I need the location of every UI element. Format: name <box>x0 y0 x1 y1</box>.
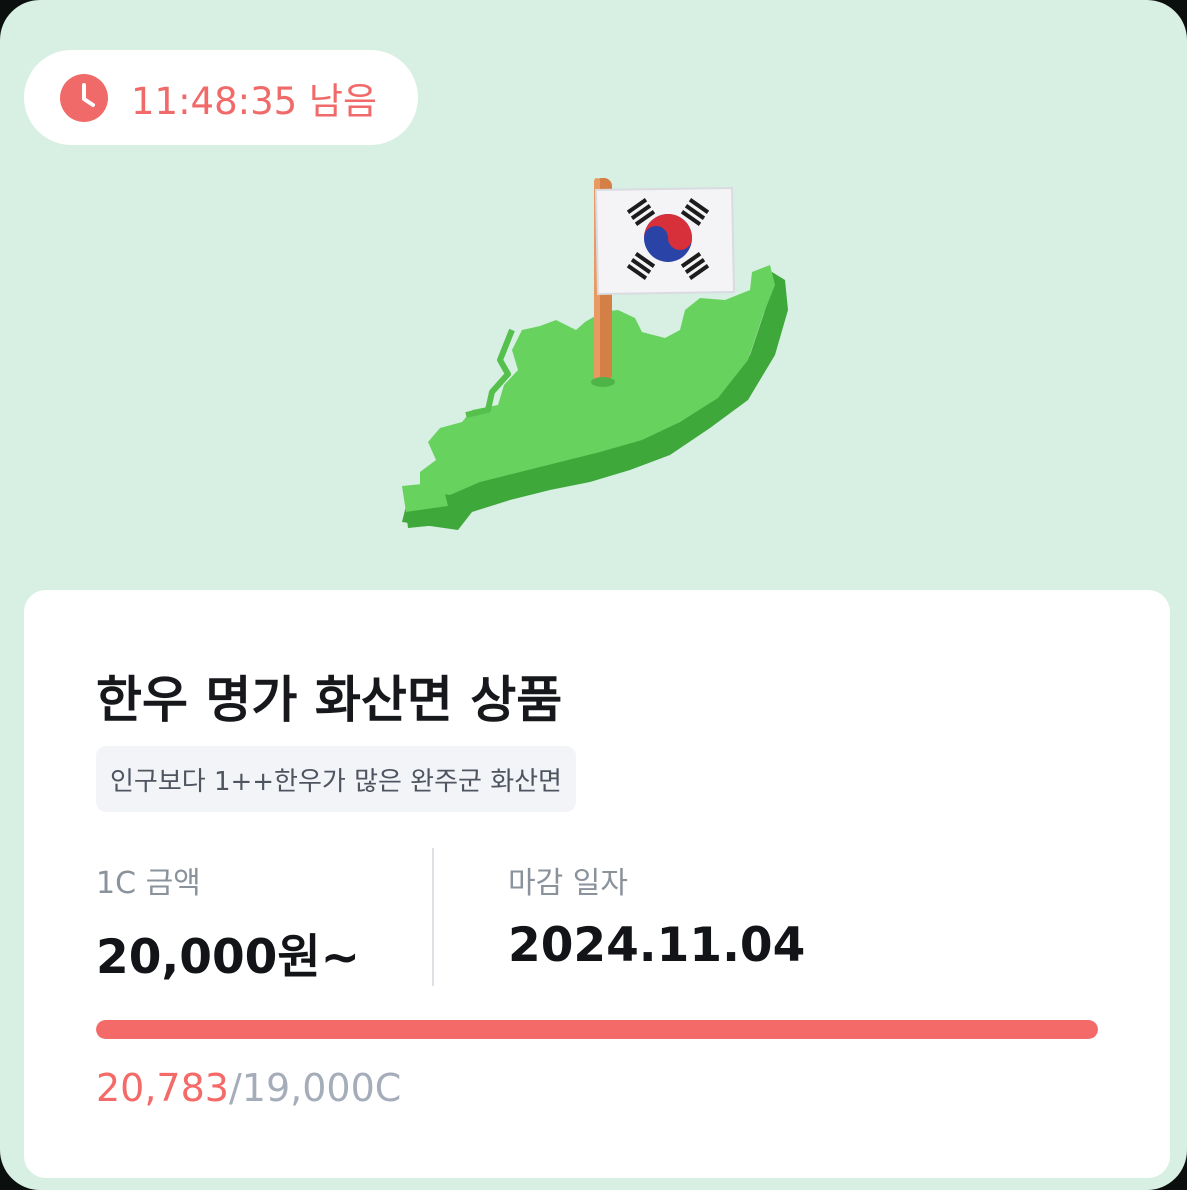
price-label: 1C 금액 <box>96 866 201 901</box>
countdown-badge: 11:48:35 남음 <box>24 50 418 145</box>
progress-goal: 19,000C <box>241 1066 402 1110</box>
clock-icon <box>59 73 109 123</box>
product-title: 한우 명가 화산면 상품 <box>96 671 563 729</box>
funding-progress-bar <box>96 1020 1098 1039</box>
deadline-value: 2024.11.04 <box>508 918 806 973</box>
price-value: 20,000원~ <box>96 930 360 985</box>
countdown-text: 11:48:35 남음 <box>131 79 378 123</box>
product-info-panel: 한우 명가 화산면 상품 인구보다 1++한우가 많은 완주군 화산면 1C 금… <box>24 590 1170 1178</box>
korea-map-illustration <box>380 160 820 560</box>
progress-separator: / <box>228 1066 242 1110</box>
deadline-label: 마감 일자 <box>508 866 628 901</box>
product-tag: 인구보다 1++한우가 많은 완주군 화산면 <box>96 746 576 812</box>
funding-card[interactable]: 11:48:35 남음 한우 명가 화산면 상품 인구보다 1++한우가 많은 … <box>0 0 1187 1190</box>
funding-progress-fill <box>96 1020 1098 1039</box>
funding-progress-text: 20,783/19,000C <box>96 1066 401 1110</box>
progress-current: 20,783 <box>96 1066 229 1110</box>
stats-divider <box>432 848 434 986</box>
